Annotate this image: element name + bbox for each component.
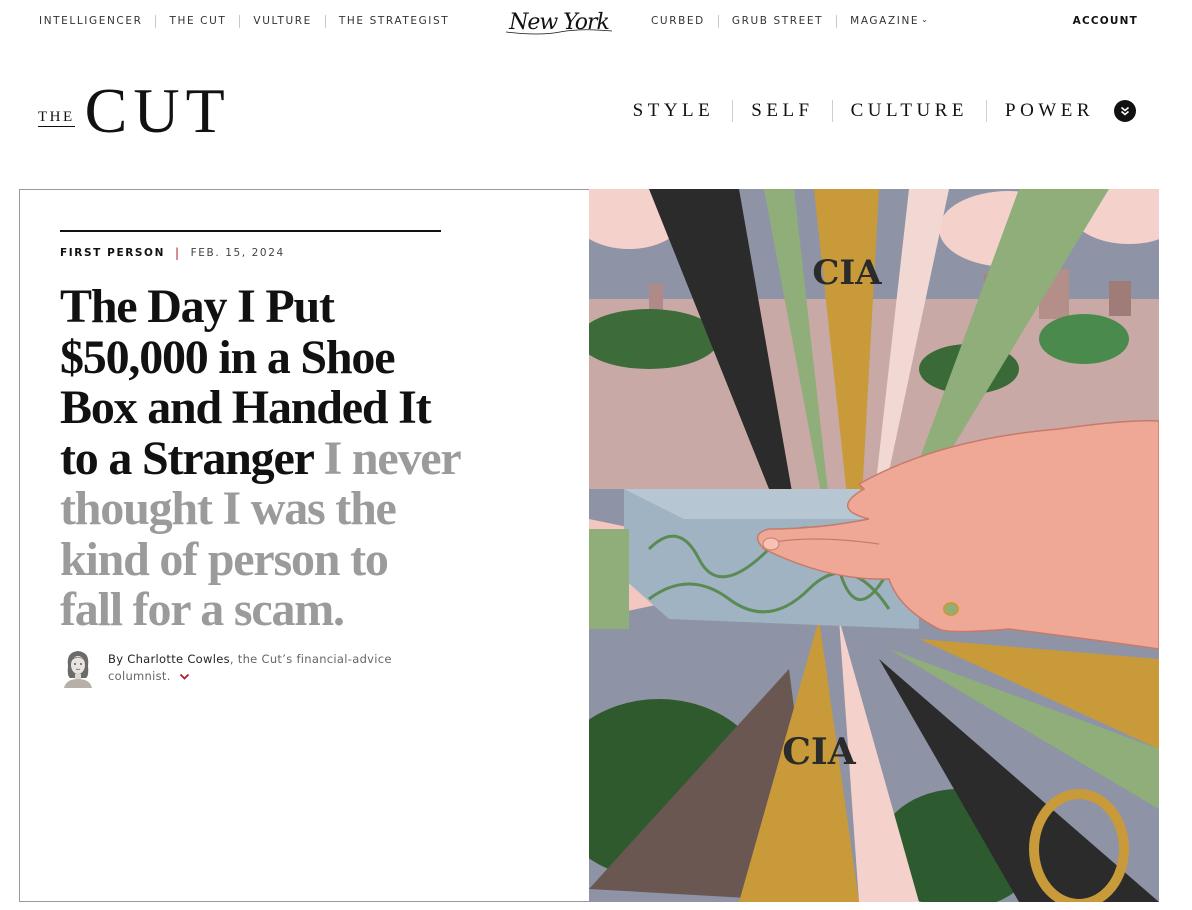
nav-link-intelligencer[interactable]: INTELLIGENCER bbox=[26, 15, 155, 28]
author-link[interactable]: Charlotte Cowles bbox=[127, 652, 230, 666]
section-power[interactable]: POWER bbox=[986, 100, 1112, 122]
the-cut-masthead: THE CUT STYLE SELF CULTURE POWER bbox=[0, 70, 1192, 160]
section-culture[interactable]: CULTURE bbox=[831, 100, 986, 122]
nav-link-grub-street[interactable]: GRUB STREET bbox=[717, 15, 836, 28]
section-self[interactable]: SELF bbox=[732, 100, 831, 122]
badge-text: CIA bbox=[1057, 859, 1103, 885]
nav-link-magazine[interactable]: MAGAZINE ⌄ bbox=[836, 15, 942, 28]
headline-rule bbox=[60, 230, 441, 232]
network-nav: INTELLIGENCER THE CUT VULTURE THE STRATE… bbox=[0, 0, 1192, 44]
account-link[interactable]: ACCOUNT bbox=[1073, 15, 1138, 27]
byline: By Charlotte Cowles, the Cut’s financial… bbox=[60, 646, 460, 690]
byline-text: By Charlotte Cowles, the Cut’s financial… bbox=[108, 651, 428, 685]
chevron-down-icon[interactable] bbox=[179, 673, 190, 681]
badge-text: CIA bbox=[812, 253, 882, 293]
new-york-logo[interactable]: New York bbox=[500, 5, 618, 39]
meta-divider: | bbox=[174, 246, 181, 260]
more-sections-button[interactable] bbox=[1114, 100, 1136, 122]
section-nav: STYLE SELF CULTURE POWER bbox=[633, 100, 1136, 122]
section-style[interactable]: STYLE bbox=[633, 100, 733, 122]
nav-link-the-strategist[interactable]: THE STRATEGIST bbox=[324, 15, 462, 28]
badge-text: CIA bbox=[782, 731, 856, 773]
logo-cut: CUT bbox=[84, 75, 231, 146]
chevron-down-circle-icon bbox=[1120, 106, 1130, 116]
network-links-right: CURBED GRUB STREET MAGAZINE ⌄ bbox=[638, 15, 942, 28]
logo-the: THE bbox=[38, 109, 75, 127]
article-headline: The Day I Put $50,000 in a Shoe Box and … bbox=[60, 281, 461, 636]
nav-link-magazine-label: MAGAZINE bbox=[850, 15, 920, 27]
rubric-label[interactable]: FIRST PERSON bbox=[60, 247, 165, 259]
network-links-left: INTELLIGENCER THE CUT VULTURE THE STRATE… bbox=[26, 15, 462, 28]
chevron-down-icon: ⌄ bbox=[921, 15, 930, 24]
the-cut-logo[interactable]: THE CUT bbox=[38, 75, 231, 150]
new-york-logo-text: New York bbox=[508, 10, 609, 35]
nav-link-vulture[interactable]: VULTURE bbox=[239, 15, 325, 28]
author-avatar bbox=[64, 651, 92, 688]
article-hero-card: FIRST PERSON | FEB. 15, 2024 The Day I P… bbox=[19, 189, 590, 902]
hero-illustration: CIA CIA CIA CIA bbox=[589, 189, 1159, 902]
publish-date: FEB. 15, 2024 bbox=[190, 247, 285, 259]
byline-prefix: By bbox=[108, 652, 124, 666]
nav-link-curbed[interactable]: CURBED bbox=[638, 15, 718, 28]
nav-link-the-cut[interactable]: THE CUT bbox=[155, 15, 239, 28]
article-meta: FIRST PERSON | FEB. 15, 2024 bbox=[60, 246, 285, 260]
